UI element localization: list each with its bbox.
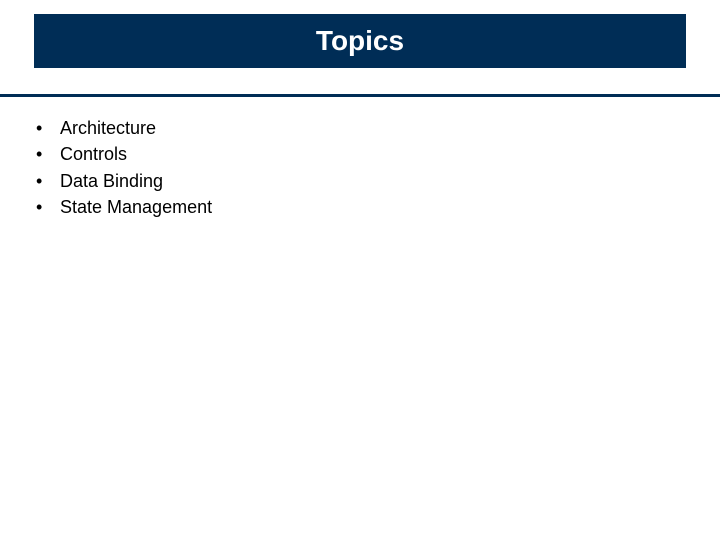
slide-title: Topics	[316, 25, 404, 57]
title-bar: Topics	[34, 14, 686, 68]
bullet-text: State Management	[60, 195, 212, 219]
horizontal-divider	[0, 94, 720, 97]
list-item: • Controls	[34, 142, 686, 166]
list-item: • Data Binding	[34, 169, 686, 193]
bullet-text: Data Binding	[60, 169, 163, 193]
slide-body: • Architecture • Controls • Data Binding…	[34, 114, 686, 221]
bullet-text: Architecture	[60, 116, 156, 140]
bullet-icon: •	[34, 142, 60, 166]
bullet-icon: •	[34, 116, 60, 140]
bullet-icon: •	[34, 169, 60, 193]
bullet-text: Controls	[60, 142, 127, 166]
list-item: • Architecture	[34, 116, 686, 140]
bullet-icon: •	[34, 195, 60, 219]
slide: Topics • Architecture • Controls • Data …	[0, 0, 720, 540]
list-item: • State Management	[34, 195, 686, 219]
